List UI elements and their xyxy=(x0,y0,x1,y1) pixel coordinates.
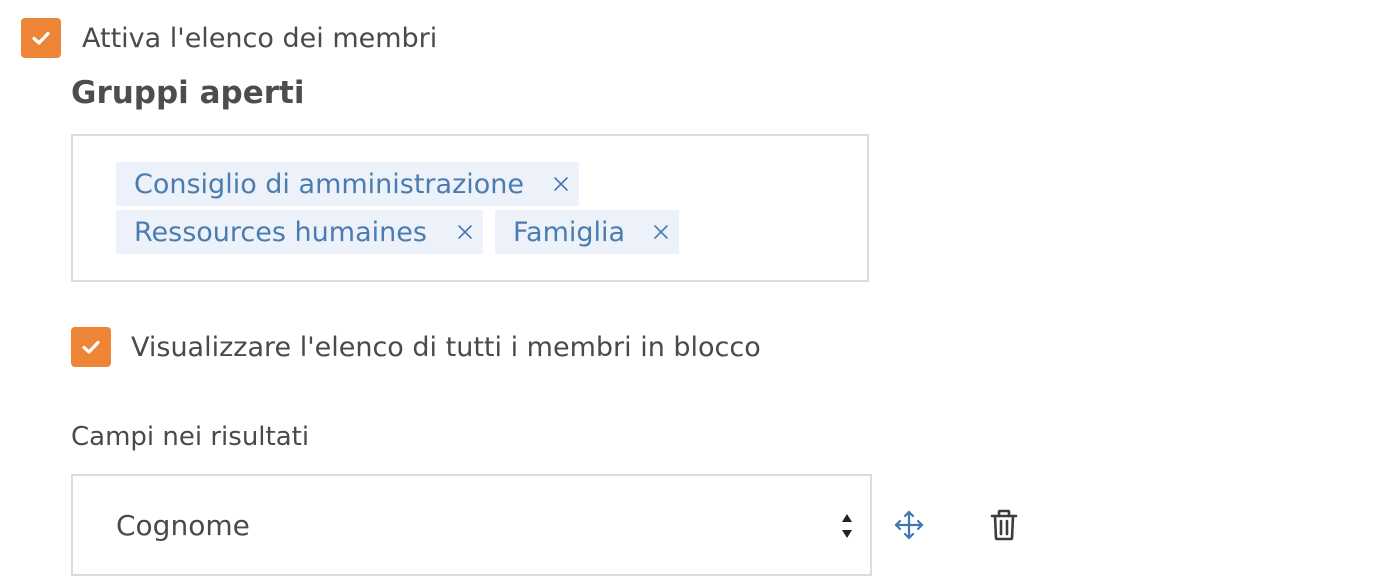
show-all-members-checkbox[interactable] xyxy=(71,327,111,367)
select-arrows-icon xyxy=(842,514,852,538)
show-all-members-label[interactable]: Visualizzare l'elenco di tutti i membri … xyxy=(131,334,761,361)
open-groups-tag-input[interactable]: Consiglio di amministrazione Ressources … xyxy=(71,134,869,282)
select-value: Cognome xyxy=(116,509,250,542)
tag-label: Consiglio di amministrazione xyxy=(134,168,524,200)
trash-icon[interactable] xyxy=(986,506,1022,544)
tag-label: Famiglia xyxy=(513,216,626,248)
tag-consiglio-di-amministrazione: Consiglio di amministrazione xyxy=(116,162,579,206)
enable-members-list-label[interactable]: Attiva l'elenco dei membri xyxy=(82,25,437,52)
remove-tag-icon[interactable] xyxy=(453,220,477,244)
checkmark-icon xyxy=(82,340,100,354)
tag-ressources-humaines: Ressources humaines xyxy=(116,210,483,254)
enable-members-list-checkbox[interactable] xyxy=(21,18,61,58)
open-groups-title: Gruppi aperti xyxy=(71,75,305,111)
move-arrows-icon[interactable] xyxy=(890,506,928,544)
result-field-select[interactable]: Cognome xyxy=(71,474,872,576)
tag-famiglia: Famiglia xyxy=(495,210,679,254)
result-fields-label: Campi nei risultati xyxy=(71,422,310,452)
remove-tag-icon[interactable] xyxy=(549,172,573,196)
checkmark-icon xyxy=(32,31,50,45)
tag-label: Ressources humaines xyxy=(134,216,427,248)
remove-tag-icon[interactable] xyxy=(649,220,673,244)
